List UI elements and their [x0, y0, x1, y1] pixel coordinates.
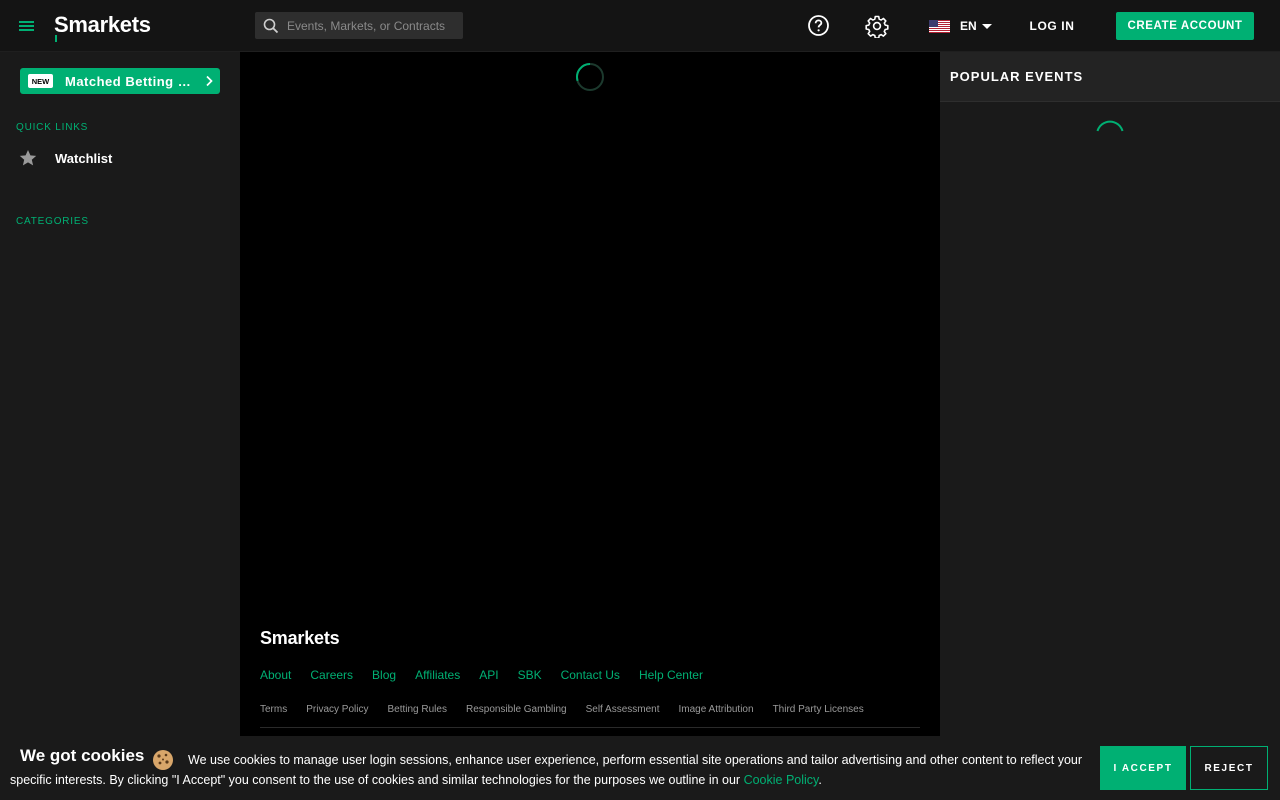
categories-heading: CATEGORIES [16, 216, 89, 227]
footer-legal-link[interactable]: Self Assessment [586, 704, 660, 715]
footer-link[interactable]: About [260, 668, 291, 682]
footer-legal-link[interactable]: Privacy Policy [306, 704, 368, 715]
smarkets-logo[interactable]: Smarkets [54, 12, 151, 42]
sidebar-item-watchlist[interactable]: Watchlist [18, 148, 228, 168]
help-icon[interactable] [807, 14, 830, 37]
top-header: Smarkets Events, Markets, or Contracts E… [0, 0, 1280, 52]
footer-legal-link[interactable]: Responsible Gambling [466, 704, 567, 715]
footer-legal-links: Terms Privacy Policy Betting Rules Responsi… [260, 704, 883, 715]
loading-spinner [576, 63, 604, 91]
login-button[interactable]: LOG IN [1022, 12, 1082, 39]
logo-text: Smarkets [54, 12, 151, 42]
search-input[interactable] [287, 12, 457, 39]
footer-divider [260, 727, 920, 728]
footer: Smarkets About Careers Blog Affiliates API SB… [260, 628, 920, 728]
left-sidebar: NEW Matched Betting Hub QUICK LINKS Watc… [0, 52, 240, 800]
create-account-button[interactable]: CREATE ACCOUNT [1116, 12, 1254, 40]
footer-legal-link[interactable]: Betting Rules [387, 704, 446, 715]
promo-label: Matched Betting Hub [65, 73, 199, 89]
cookie-policy-link[interactable]: Cookie Policy [744, 773, 819, 787]
popular-events-heading: POPULAR EVENTS [940, 52, 1280, 102]
cookie-period: . [818, 773, 822, 787]
watchlist-label: Watchlist [55, 150, 113, 166]
cookie-text: We use cookies to manage user login sess… [10, 750, 1085, 790]
menu-icon[interactable] [17, 16, 37, 36]
us-flag-icon [929, 19, 950, 33]
right-sidebar: POPULAR EVENTS [940, 52, 1280, 800]
footer-link[interactable]: Careers [310, 668, 353, 682]
footer-link[interactable]: SBK [518, 668, 542, 682]
matched-betting-promo[interactable]: NEW Matched Betting Hub [20, 68, 220, 94]
footer-legal-link[interactable]: Third Party Licenses [773, 704, 864, 715]
footer-legal-link[interactable]: Terms [260, 704, 287, 715]
chevron-right-icon [206, 75, 213, 87]
loading-spinner [1096, 120, 1124, 132]
cookie-banner: We got cookies We use cookies to manage … [0, 736, 1280, 800]
cookie-body: We use cookies to manage user login sess… [10, 753, 1083, 787]
main-content: Smarkets About Careers Blog Affiliates API SB… [240, 52, 940, 800]
accept-cookies-button[interactable]: I ACCEPT [1100, 746, 1186, 790]
language-label: EN [960, 19, 977, 33]
new-badge: NEW [28, 74, 53, 88]
footer-link[interactable]: Help Center [639, 668, 703, 682]
footer-link[interactable]: Affiliates [415, 668, 460, 682]
search-icon [263, 18, 279, 34]
language-selector[interactable]: EN [929, 17, 992, 35]
quick-links-heading: QUICK LINKS [16, 122, 89, 133]
star-icon [19, 150, 37, 166]
footer-logo[interactable]: Smarkets [260, 628, 920, 649]
search-bar[interactable] [255, 12, 463, 39]
footer-links: About Careers Blog Affiliates API SBK Contact … [260, 668, 722, 682]
footer-link[interactable]: API [479, 668, 498, 682]
gear-icon[interactable] [865, 14, 889, 39]
reject-cookies-button[interactable]: REJECT [1190, 746, 1268, 790]
footer-legal-link[interactable]: Image Attribution [679, 704, 754, 715]
footer-link[interactable]: Blog [372, 668, 396, 682]
chevron-down-icon [981, 23, 992, 29]
footer-link[interactable]: Contact Us [561, 668, 620, 682]
